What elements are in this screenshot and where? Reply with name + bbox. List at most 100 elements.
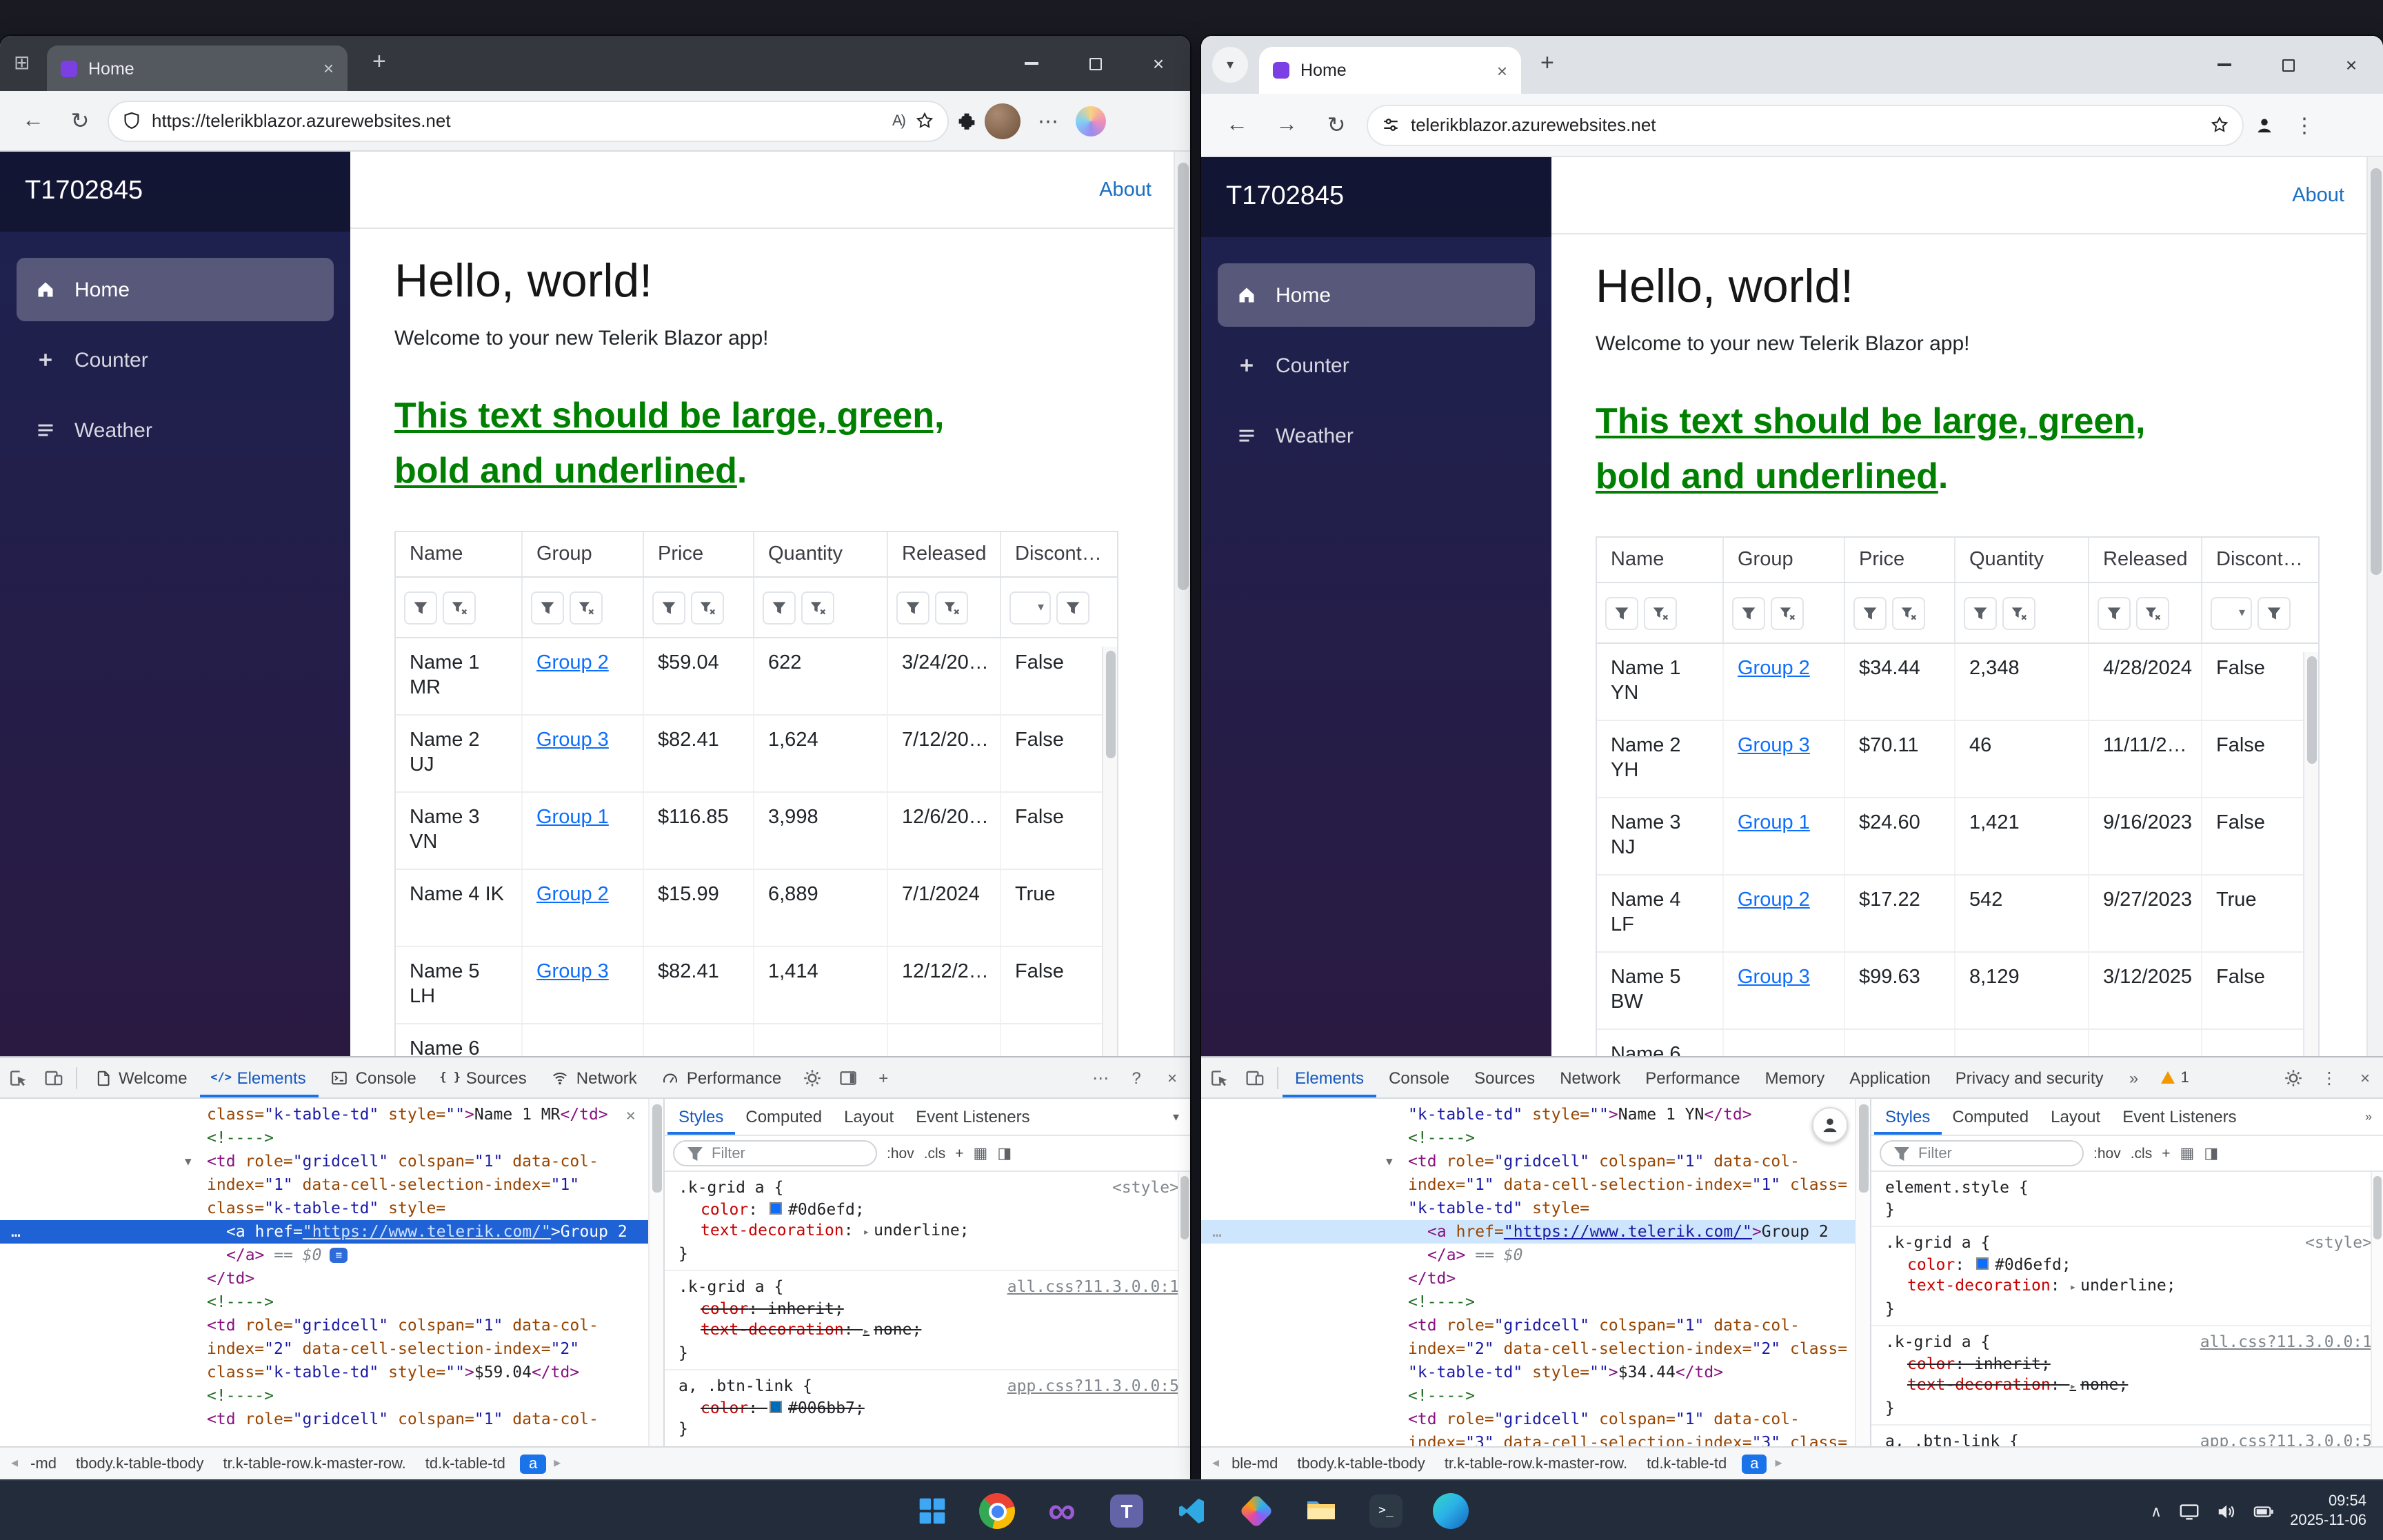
css-selector[interactable]: .k-grid a [678, 1177, 765, 1197]
favorite-star-icon[interactable] [2211, 116, 2229, 134]
grid-scrollbar-thumb[interactable] [1106, 651, 1116, 758]
group-link[interactable]: Group 3 [536, 961, 609, 983]
tray-chevron-up-icon[interactable]: ∧ [2151, 1502, 2162, 1520]
add-tool-icon[interactable]: + [865, 1057, 901, 1097]
sidebar-item-home[interactable]: Home [17, 258, 334, 321]
breadcrumb-item[interactable]: tr.k-table-row.k-master-row. [1440, 1454, 1631, 1473]
computed-sidebar-icon[interactable]: ▦ [2180, 1144, 2195, 1162]
breadcrumb-item[interactable]: tbody.k-table-tbody [72, 1454, 208, 1473]
styles-filter-input[interactable]: Filter [1880, 1140, 2084, 1166]
accessibility-inspector-button[interactable] [1812, 1107, 1848, 1143]
styles-scrollbar[interactable] [1178, 1172, 1190, 1446]
dom-tree-line[interactable]: …<a href="https://www.telerik.com/">Grou… [1201, 1220, 1870, 1244]
css-property[interactable]: text-decoration: ▸none; [1885, 1375, 2372, 1397]
dom-tree-line[interactable]: <!----> [0, 1384, 663, 1408]
dom-tree-line[interactable]: <!----> [1201, 1384, 1870, 1408]
css-property[interactable]: text-decoration: ▸none; [678, 1319, 1179, 1342]
group-link[interactable]: Group 1 [536, 807, 609, 829]
browser-menu-icon[interactable]: ⋮ [2285, 105, 2324, 144]
css-property[interactable]: text-decoration: ▸underline; [1885, 1275, 2372, 1298]
color-swatch[interactable] [1977, 1257, 1989, 1269]
breadcrumb-item[interactable]: td.k-table-td [1642, 1454, 1731, 1473]
crumb-scroll-right-icon[interactable]: ▸ [1770, 1456, 1788, 1471]
dom-tree-line[interactable]: </td> [1201, 1267, 1870, 1290]
group-link[interactable]: Group 3 [1738, 966, 1810, 989]
devtools-tab-network[interactable]: Network [1547, 1057, 1633, 1097]
about-link[interactable]: About [1099, 179, 1152, 201]
dom-tree-line[interactable]: <!----> [1201, 1126, 1870, 1150]
tree-scrollbar-thumb[interactable] [652, 1104, 662, 1193]
devtools-menu-icon[interactable]: ⋮ [2311, 1057, 2347, 1097]
css-source-link[interactable]: <style> [1112, 1177, 1179, 1199]
dock-side-icon[interactable] [829, 1057, 865, 1097]
site-security-icon[interactable] [123, 112, 141, 130]
css-source-link[interactable]: app.css?11.3.0.0:5 [1007, 1376, 1179, 1397]
breadcrumb-item[interactable]: a [521, 1454, 545, 1473]
column-header-discontinued[interactable]: Discont… [1001, 532, 1102, 576]
workspaces-icon[interactable]: ⊞ [14, 51, 30, 74]
inspect-element-icon[interactable] [0, 1057, 36, 1097]
dom-tree-line[interactable]: "k-table-td" style="">$34.44</td> [1201, 1361, 1870, 1384]
devtools-more-icon[interactable]: ⋯ [1083, 1057, 1118, 1097]
css-selector[interactable]: .k-grid a [678, 1277, 765, 1296]
devtools-tab-elements[interactable]: Elements [1283, 1057, 1376, 1097]
css-selector[interactable]: .k-grid a [1885, 1332, 1971, 1351]
filter-button[interactable] [404, 591, 437, 624]
styles-tab-layout[interactable]: Layout [833, 1099, 905, 1135]
filter-clear-button[interactable] [2136, 596, 2169, 629]
devtools-tab-welcome[interactable]: Welcome [81, 1057, 200, 1097]
issues-badge[interactable]: 1 [2152, 1069, 2199, 1086]
dom-tree-line[interactable]: </a> == $0 [1201, 1244, 1870, 1267]
dom-tree-line[interactable]: <td role="gridcell" colspan="1" data-col… [1201, 1314, 1870, 1337]
styles-filter-input[interactable]: Filter [673, 1140, 877, 1166]
css-property[interactable]: color: inherit; [678, 1298, 1179, 1319]
filter-clear-button[interactable] [801, 591, 834, 624]
filter-clear-button[interactable] [1892, 596, 1925, 629]
read-aloud-icon[interactable]: A) [892, 112, 905, 129]
breadcrumb-item[interactable]: -md [26, 1454, 61, 1473]
filter-dropdown[interactable]: ▾ [2211, 596, 2252, 629]
filter-button[interactable] [1853, 596, 1887, 629]
dom-tree-line[interactable]: index="1" data-cell-selection-index="1" … [1201, 1173, 1870, 1197]
dom-tree-line[interactable]: class="k-table-td" style="">Name 1 MR</t… [0, 1103, 663, 1126]
sidebar-item-counter[interactable]: Counter [1218, 334, 1535, 397]
extensions-icon[interactable] [957, 111, 976, 130]
devtools-tab-sources[interactable]: Sources [1462, 1057, 1547, 1097]
filter-button[interactable] [652, 591, 685, 624]
copilot-icon[interactable] [1076, 105, 1106, 136]
maximize-button[interactable] [2256, 36, 2320, 94]
styles-toggle[interactable]: + [2162, 1145, 2170, 1162]
page-scrollbar[interactable] [1174, 152, 1190, 1056]
column-header-name[interactable]: Name [396, 532, 523, 576]
dom-tree-line[interactable]: ▼<td role="gridcell" colspan="1" data-co… [0, 1150, 663, 1173]
dom-tree-line[interactable]: …<a href="https://www.telerik.com/">Grou… [0, 1220, 663, 1244]
sidebar-item-weather[interactable]: Weather [17, 398, 334, 462]
filter-clear-button[interactable] [443, 591, 476, 624]
styles-tab-event-listeners[interactable]: Event Listeners [2111, 1099, 2247, 1135]
group-link[interactable]: Group 2 [1738, 658, 1810, 680]
styles-toggle[interactable]: :hov [2093, 1145, 2121, 1162]
styles-tab-event-listeners[interactable]: Event Listeners [905, 1099, 1040, 1135]
dom-tree-line[interactable]: <!----> [1201, 1290, 1870, 1314]
filter-clear-button[interactable] [691, 591, 724, 624]
reload-button[interactable]: ↻ [61, 101, 99, 140]
devtools-tab-privacy-and-security[interactable]: Privacy and security [1943, 1057, 2116, 1097]
layout-sidebar-icon[interactable]: ◨ [2204, 1144, 2218, 1162]
css-property[interactable]: text-decoration: ▸underline; [678, 1220, 1179, 1243]
dom-tree-line[interactable]: class="k-table-td" style="">$59.04</td> [0, 1361, 663, 1384]
page-scrollbar-thumb[interactable] [2371, 168, 2382, 575]
styles-scrollbar-thumb[interactable] [2373, 1176, 2382, 1239]
taskbar-terminal-icon[interactable]: >_ [1358, 1483, 1414, 1539]
styles-tab-layout[interactable]: Layout [2040, 1099, 2111, 1135]
css-property[interactable]: color: #0d6efd; [678, 1199, 1179, 1220]
taskbar-dev-home-icon[interactable] [1229, 1483, 1284, 1539]
about-link[interactable]: About [2292, 184, 2344, 206]
styles-scrollbar[interactable] [2371, 1172, 2383, 1446]
dom-tree-line[interactable]: index="2" data-cell-selection-index="2" [0, 1337, 663, 1361]
filter-clear-button[interactable] [935, 591, 968, 624]
devtools-tab-console[interactable]: Console [1376, 1057, 1462, 1097]
group-link[interactable]: Group 2 [536, 884, 609, 906]
filter-button[interactable] [763, 591, 796, 624]
browser-tab[interactable]: Home × [1259, 47, 1521, 94]
styles-toggle[interactable]: .cls [924, 1145, 946, 1162]
